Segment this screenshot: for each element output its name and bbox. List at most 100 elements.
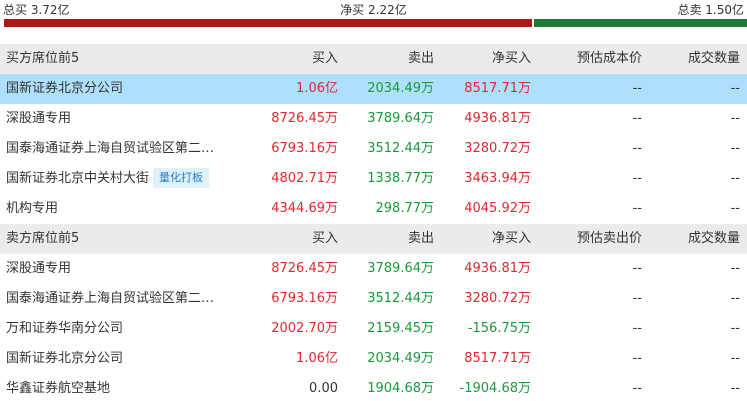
trade-volume: -- — [730, 321, 740, 336]
seat-name-cell: 万和证券华南分公司 — [6, 314, 240, 344]
buy-seat-row[interactable]: 国泰海通证券上海自贸试验区第二… 6793.16万 3512.44万 3280.72万… — [0, 134, 747, 164]
net-amount: 8517.71万 — [464, 351, 531, 366]
seat-name[interactable]: 机构专用 — [6, 201, 58, 216]
seat-name[interactable]: 万和证券华南分公司 — [6, 321, 123, 336]
net-amount: -1904.68万 — [459, 381, 531, 396]
net-amount: 8517.71万 — [464, 81, 531, 96]
estimated-price: -- — [632, 351, 642, 366]
buy-amount: 8726.45万 — [271, 111, 338, 126]
column-header-sell: 卖出 — [407, 231, 434, 246]
buy-seat-row[interactable]: 机构专用 4344.69万 298.77万 4045.92万 -- -- — [0, 194, 747, 224]
column-header-cost: 预估成本价 — [576, 51, 642, 66]
seat-name-cell: 深股通专用 — [6, 104, 240, 134]
seat-name-cell: 国新证券北京中关村大街 量化打板 — [6, 164, 240, 194]
seat-name-cell: 华鑫证券航空基地 — [6, 374, 240, 401]
estimated-price: -- — [632, 381, 642, 396]
column-header-buy: 买入 — [311, 51, 338, 66]
sell-seat-row[interactable]: 深股通专用 8726.45万 3789.64万 4936.81万 -- -- — [0, 254, 747, 284]
sell-amount: 298.77万 — [375, 201, 435, 216]
sell-amount: 3512.44万 — [367, 291, 434, 306]
column-header-buy: 买入 — [311, 231, 338, 246]
seat-name-cell: 国新证券北京分公司 — [6, 74, 240, 104]
estimated-price: -- — [632, 111, 642, 126]
buy-amount: 0.00 — [309, 381, 338, 396]
net-amount: 4936.81万 — [464, 111, 531, 126]
net-buy-label: 净买 2.22亿 — [340, 3, 407, 17]
sell-header-row: 卖方席位前5 买入 卖出 净买入 预估卖出价 成交数量 — [0, 224, 747, 254]
seat-name[interactable]: 深股通专用 — [6, 111, 71, 126]
trade-volume: -- — [730, 351, 740, 366]
estimated-price: -- — [632, 261, 642, 276]
seat-tag-badge[interactable]: 量化打板 — [153, 167, 210, 188]
seat-name[interactable]: 国泰海通证券上海自贸试验区第二… — [6, 141, 214, 156]
trade-volume: -- — [730, 261, 740, 276]
buy-amount: 2002.70万 — [271, 321, 338, 336]
net-amount: 4045.92万 — [464, 201, 531, 216]
total-sell-label: 总卖 1.50亿 — [677, 3, 744, 17]
seat-name-cell: 国新证券北京分公司 — [6, 344, 240, 374]
net-amount: 4936.81万 — [464, 261, 531, 276]
sell-seat-row[interactable]: 国泰海通证券上海自贸试验区第二… 6793.16万 3512.44万 3280.72万… — [0, 284, 747, 314]
seat-name[interactable]: 国新证券北京中关村大街 — [6, 171, 149, 186]
buy-seat-row[interactable]: 深股通专用 8726.45万 3789.64万 4936.81万 -- -- — [0, 104, 747, 134]
column-header-name: 卖方席位前5 — [6, 231, 80, 246]
column-header-name: 买方席位前5 — [6, 51, 80, 66]
sell-amount: 2034.49万 — [367, 351, 434, 366]
trade-volume: -- — [730, 291, 740, 306]
sell-amount: 1904.68万 — [367, 381, 434, 396]
net-amount: 3463.94万 — [464, 171, 531, 186]
trade-volume: -- — [730, 381, 740, 396]
trade-volume: -- — [730, 201, 740, 216]
summary-bar-labels: 总买 3.72亿 净买 2.22亿 总卖 1.50亿 — [0, 0, 747, 17]
sell-seat-row[interactable]: 国新证券北京分公司 1.06亿 2034.49万 8517.71万 -- -- — [0, 344, 747, 374]
seat-name[interactable]: 国新证券北京分公司 — [6, 81, 123, 96]
buy-header-row: 买方席位前5 买入 卖出 净买入 预估成本价 成交数量 — [0, 44, 747, 74]
buy-amount: 8726.45万 — [271, 261, 338, 276]
estimated-price: -- — [632, 171, 642, 186]
buy-amount: 4802.71万 — [271, 171, 338, 186]
column-header-sell: 卖出 — [407, 51, 434, 66]
seat-name[interactable]: 深股通专用 — [6, 261, 71, 276]
seat-name-cell: 国泰海通证券上海自贸试验区第二… — [6, 284, 240, 314]
buy-sell-ratio-bar — [4, 19, 747, 27]
column-header-net: 净买入 — [491, 51, 531, 66]
seat-name-cell: 深股通专用 — [6, 254, 240, 284]
sell-amount: 1338.77万 — [367, 171, 434, 186]
net-amount: 3280.72万 — [464, 141, 531, 156]
sell-amount: 2159.45万 — [367, 321, 434, 336]
sell-ratio-segment — [534, 19, 747, 27]
buy-amount: 1.06亿 — [296, 351, 338, 366]
seat-name-cell: 机构专用 — [6, 194, 240, 224]
buy-seat-row[interactable]: 国新证券北京分公司 1.06亿 2034.49万 8517.71万 -- -- — [0, 74, 747, 104]
trade-volume: -- — [730, 141, 740, 156]
trade-volume: -- — [730, 81, 740, 96]
estimated-price: -- — [632, 291, 642, 306]
sell-seat-row[interactable]: 万和证券华南分公司 2002.70万 2159.45万 -156.75万 -- -- — [0, 314, 747, 344]
buy-amount: 6793.16万 — [271, 141, 338, 156]
buy-amount: 6793.16万 — [271, 291, 338, 306]
trade-volume: -- — [730, 111, 740, 126]
sell-amount: 3789.64万 — [367, 261, 434, 276]
estimated-price: -- — [632, 81, 642, 96]
column-header-net: 净买入 — [491, 231, 531, 246]
net-amount: 3280.72万 — [464, 291, 531, 306]
column-header-cost: 预估卖出价 — [576, 231, 642, 246]
net-amount: -156.75万 — [467, 321, 531, 336]
estimated-price: -- — [632, 141, 642, 156]
buy-amount: 1.06亿 — [296, 81, 338, 96]
sell-amount: 2034.49万 — [367, 81, 434, 96]
buy-seat-row[interactable]: 国新证券北京中关村大街 量化打板 4802.71万 1338.77万 3463.94万 -… — [0, 164, 747, 194]
estimated-price: -- — [632, 321, 642, 336]
sell-amount: 3512.44万 — [367, 141, 434, 156]
buy-ratio-segment — [4, 19, 532, 27]
sell-seat-row[interactable]: 华鑫证券航空基地 0.00 1904.68万 -1904.68万 -- -- — [0, 374, 747, 401]
sell-amount: 3789.64万 — [367, 111, 434, 126]
seat-name[interactable]: 华鑫证券航空基地 — [6, 381, 110, 396]
seat-name[interactable]: 国泰海通证券上海自贸试验区第二… — [6, 291, 214, 306]
seat-name[interactable]: 国新证券北京分公司 — [6, 351, 123, 366]
column-header-volume: 成交数量 — [687, 51, 740, 66]
trade-volume: -- — [730, 171, 740, 186]
column-header-volume: 成交数量 — [687, 231, 740, 246]
buy-amount: 4344.69万 — [271, 201, 338, 216]
seat-name-cell: 国泰海通证券上海自贸试验区第二… — [6, 134, 240, 164]
